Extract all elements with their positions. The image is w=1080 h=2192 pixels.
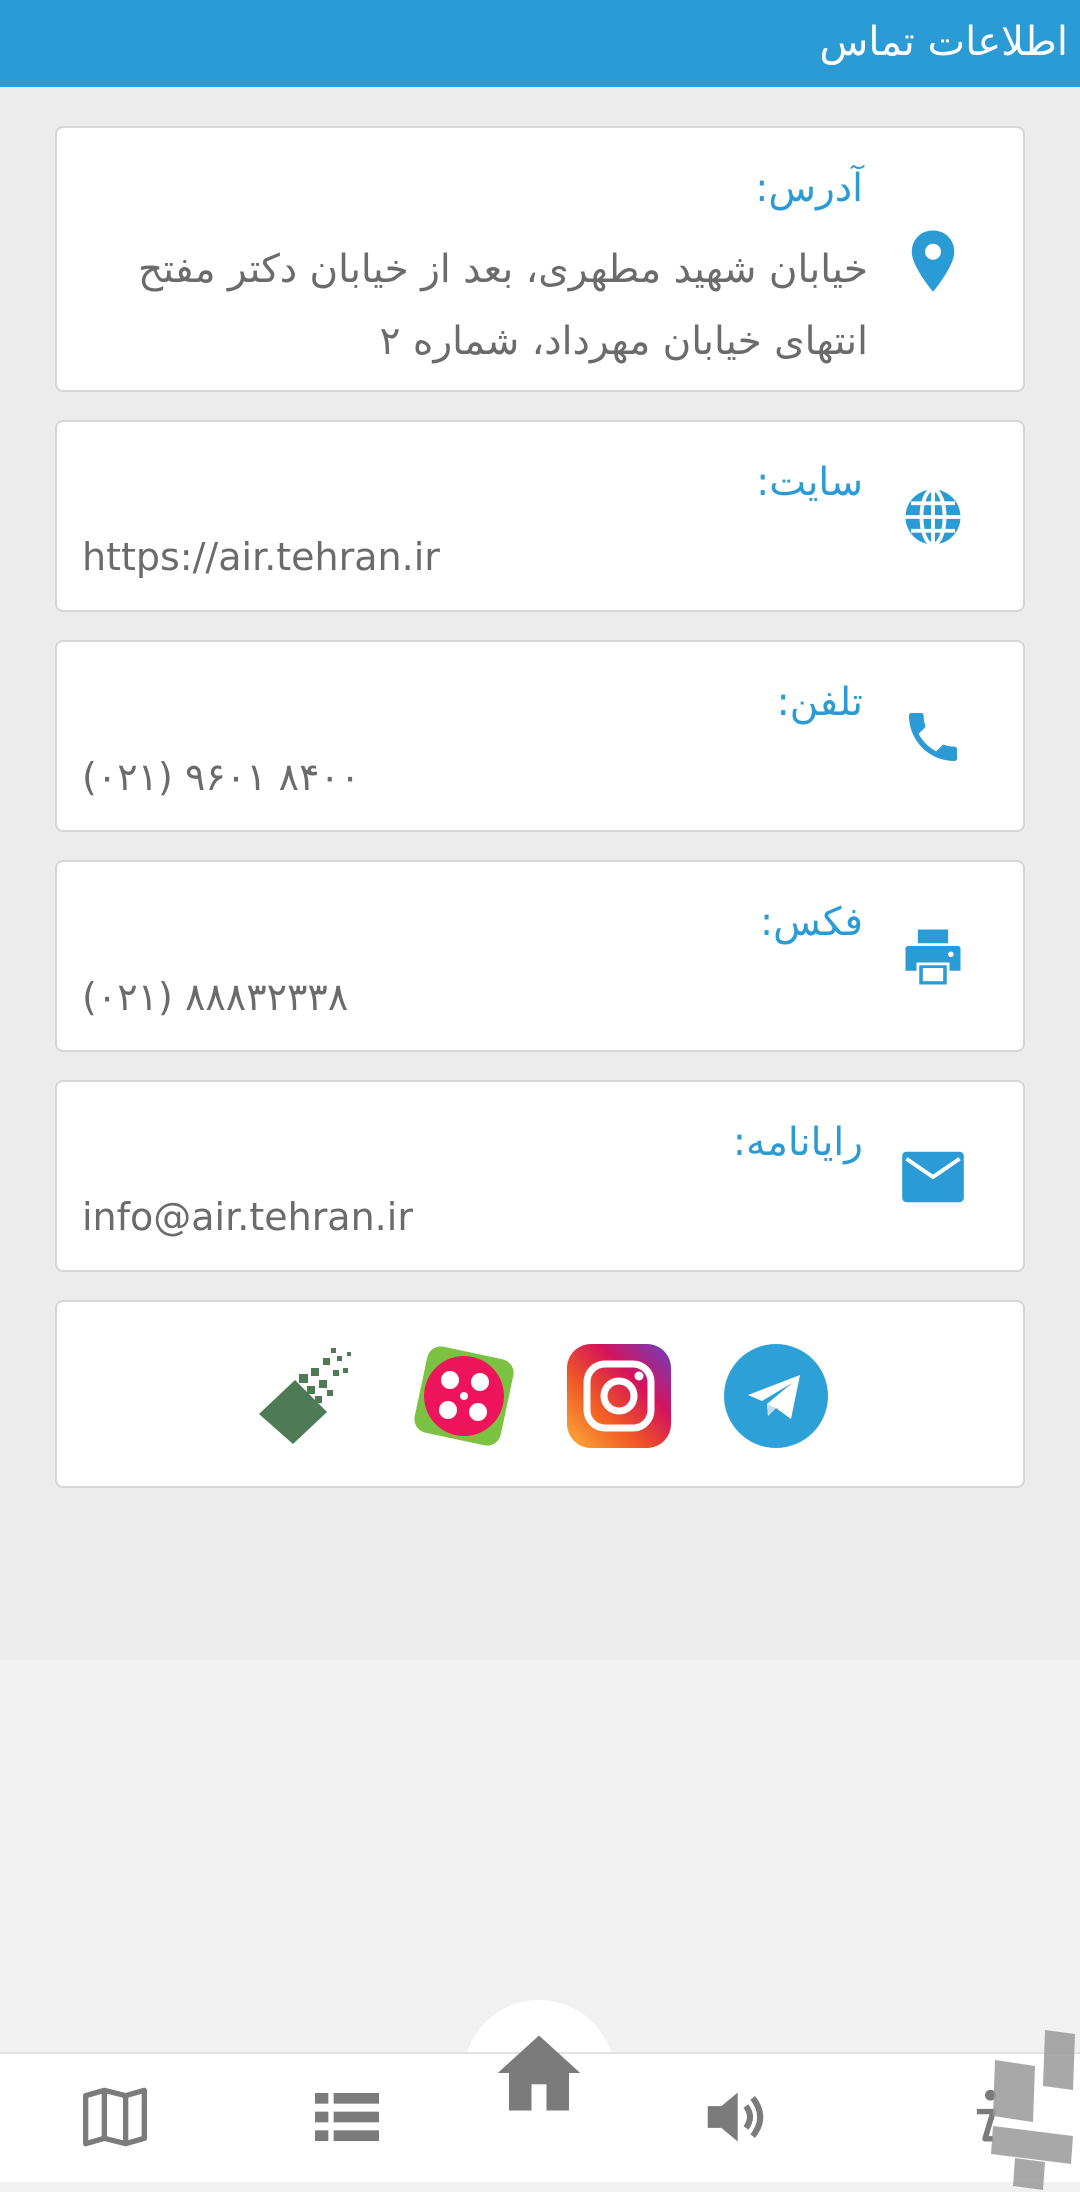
home-icon[interactable]	[494, 2028, 584, 2118]
globe-icon	[893, 477, 973, 557]
page-title: اطلاعات تماس	[819, 19, 1068, 65]
website-card[interactable]: سایت: https://air.tehran.ir	[55, 420, 1025, 612]
email-card[interactable]: رایانامه: info@air.tehran.ir	[55, 1080, 1025, 1272]
email-label: رایانامه:	[732, 1120, 863, 1165]
fax-label: فکس:	[759, 900, 863, 945]
aparat-icon[interactable]	[412, 1344, 516, 1448]
instagram-icon[interactable]	[567, 1344, 671, 1448]
mail-icon	[893, 1137, 973, 1217]
fax-card: فکس: (۰۲۱) ۸۸۸۳۲۳۳۸	[55, 860, 1025, 1052]
location-pin-icon	[893, 223, 973, 303]
phone-icon	[893, 697, 973, 777]
telegram-icon[interactable]	[724, 1344, 828, 1448]
phone-label: تلفن:	[776, 680, 863, 725]
address-value: خیابان شهید مطهری، بعد از خیابان دکتر مف…	[137, 247, 868, 364]
volume-icon[interactable]	[690, 2072, 780, 2162]
list-icon[interactable]	[302, 2072, 392, 2162]
phone-number[interactable]: (۰۲۱) ۹۶۰۱ ۸۴۰۰	[82, 752, 360, 802]
address-label: آدرس:	[755, 166, 863, 211]
data-portal-icon[interactable]	[255, 1344, 359, 1448]
map-icon[interactable]	[70, 2072, 160, 2162]
top-app-bar: اطلاعات تماس	[0, 0, 1080, 87]
phone-card[interactable]: تلفن: (۰۲۱) ۹۶۰۱ ۸۴۰۰	[55, 640, 1025, 832]
social-links-card	[55, 1300, 1025, 1488]
fax-number: (۰۲۱) ۸۸۸۳۲۳۳۸	[82, 975, 349, 1019]
website-label: سایت:	[756, 460, 863, 505]
printer-icon	[893, 917, 973, 997]
address-card: آدرس: خیابان شهید مطهری، بعد از خیابان د…	[55, 126, 1025, 392]
website-link[interactable]: https://air.tehran.ir	[82, 532, 440, 582]
store-logo-icon	[975, 2030, 1080, 2190]
email-address[interactable]: info@air.tehran.ir	[82, 1192, 413, 1242]
